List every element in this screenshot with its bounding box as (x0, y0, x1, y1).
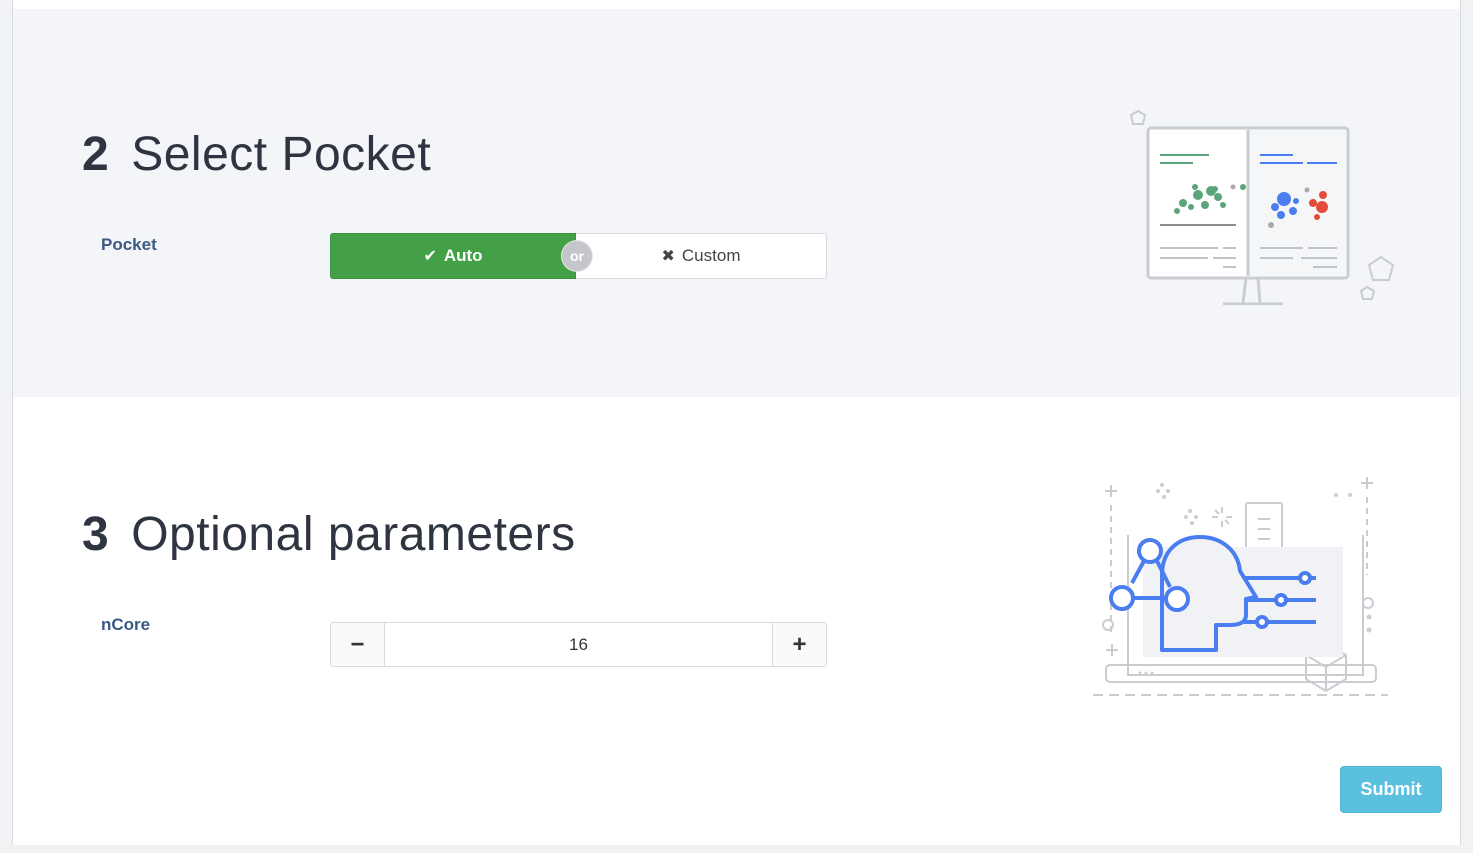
ncore-label: nCore (101, 615, 151, 634)
custom-option-button[interactable]: ✖ Custom (576, 233, 827, 279)
close-icon: ✖ (661, 248, 675, 265)
section-title-text: Select Pocket (131, 128, 432, 181)
section-optional-parameters: 3 Optional parameters nCore − + (13, 397, 1460, 845)
auto-option-button[interactable]: ✔ Auto (330, 233, 576, 279)
page-frame: 2 Select Pocket Pocket ✔ Auto or ✖ Custom (12, 0, 1461, 845)
section-title-text: Optional parameters (131, 508, 576, 561)
section-select-pocket: 2 Select Pocket Pocket ✔ Auto or ✖ Custom (13, 9, 1460, 397)
top-band (13, 0, 1460, 9)
auto-label: Auto (443, 246, 483, 265)
check-icon: ✔ (423, 248, 437, 265)
submit-button[interactable]: Submit (1340, 766, 1442, 813)
section-number: 2 (82, 128, 110, 181)
ncore-input[interactable] (385, 622, 772, 667)
dashboard-charts-illustration (1129, 109, 1395, 305)
ncore-stepper: − + (330, 622, 827, 667)
custom-label: Custom (681, 246, 741, 265)
ai-settings-illustration (1093, 477, 1388, 696)
pocket-toggle: ✔ Auto or ✖ Custom (330, 233, 827, 279)
or-divider: or (562, 241, 592, 271)
decrement-button[interactable]: − (330, 622, 385, 667)
section-title: 2 Select Pocket (82, 127, 431, 182)
increment-button[interactable]: + (772, 622, 827, 667)
pocket-label: Pocket (101, 235, 157, 254)
section-title: 3 Optional parameters (82, 507, 576, 562)
section-number: 3 (82, 508, 110, 561)
